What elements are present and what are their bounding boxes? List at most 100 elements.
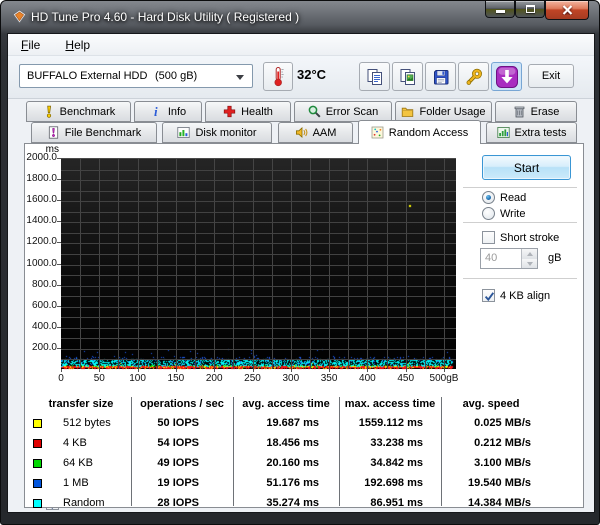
download-button[interactable]	[491, 62, 522, 91]
minimize-button[interactable]	[485, 1, 515, 18]
cell-avg-access-time: 18.456 ms	[233, 437, 319, 449]
gridline-horizontal	[61, 212, 456, 213]
exit-button[interactable]: Exit	[528, 64, 574, 88]
tab-label: AAM	[313, 127, 337, 139]
series-color-swatch	[33, 499, 42, 508]
tab-random-access[interactable]: Random Access	[358, 120, 481, 144]
cell-avg-speed: 0.025 MB/s	[441, 417, 531, 429]
tab-extra-tests[interactable]: Extra tests	[486, 122, 577, 143]
column-header-avg-access-time: avg. access time	[233, 398, 339, 410]
svg-text:i: i	[154, 105, 158, 118]
copy-image-button[interactable]	[392, 62, 423, 91]
separator	[463, 187, 577, 188]
read-radio[interactable]	[482, 191, 495, 204]
short-stroke-size-value: 40	[485, 252, 497, 264]
disk-monitor-icon	[177, 126, 190, 139]
cell-avg-speed: 14.384 MB/s	[441, 497, 531, 509]
start-button[interactable]: Start	[482, 155, 571, 180]
app-window: HD Tune Pro 4.60 - Hard Disk Utility ( R…	[0, 0, 600, 525]
column-separator	[339, 397, 340, 506]
tab-benchmark[interactable]: Benchmark	[26, 101, 131, 122]
tab-info[interactable]: iInfo	[134, 101, 202, 122]
radio-dot	[486, 195, 491, 200]
close-button[interactable]	[545, 1, 589, 20]
arrow-down-icon	[527, 262, 533, 266]
x-tick	[138, 369, 139, 372]
tab-error-scan[interactable]: Error Scan	[294, 101, 392, 122]
tab-folder-usage[interactable]: Folder Usage	[395, 101, 492, 122]
cell-transfer-size: Random	[63, 497, 105, 509]
gridline-horizontal	[61, 296, 456, 297]
y-tick	[57, 306, 61, 307]
drive-name: BUFFALO External HDD	[27, 70, 155, 82]
spin-up-button[interactable]	[521, 249, 537, 259]
gridline-horizontal	[61, 233, 456, 234]
gridline-horizontal	[61, 275, 456, 276]
gridline-horizontal	[61, 349, 456, 350]
gridline-horizontal	[61, 243, 456, 244]
y-tick-label: 1400.0	[15, 215, 57, 226]
gridline-horizontal	[61, 317, 456, 318]
x-tick	[253, 369, 254, 372]
cell-transfer-size: 512 bytes	[63, 417, 111, 429]
cell-operations: 54 IOPS	[131, 437, 199, 449]
y-tick	[57, 158, 61, 159]
spin-down-button[interactable]	[521, 259, 537, 268]
y-tick-label: 400.0	[15, 321, 57, 332]
gridline-horizontal	[61, 265, 456, 266]
app-icon	[12, 9, 27, 24]
gridline-horizontal	[61, 338, 456, 339]
menu-bar: File Help	[8, 34, 594, 56]
y-tick-label: 1200.0	[15, 236, 57, 247]
x-tick	[176, 369, 177, 372]
temperature-button[interactable]	[263, 62, 293, 91]
y-tick	[57, 327, 61, 328]
menu-help[interactable]: Help	[56, 34, 99, 52]
x-tick	[406, 369, 407, 372]
gridline-horizontal	[61, 328, 456, 329]
menu-file[interactable]: File	[12, 34, 49, 52]
cell-operations: 49 IOPS	[131, 457, 199, 469]
options-button[interactable]	[458, 62, 489, 91]
y-tick	[57, 264, 61, 265]
column-separator	[131, 397, 132, 506]
download-icon	[495, 65, 519, 89]
minimize-icon	[496, 10, 505, 13]
column-separator	[233, 397, 234, 506]
cell-max-access-time: 192.698 ms	[339, 477, 423, 489]
series-color-swatch	[33, 459, 42, 468]
tab-erase[interactable]: Erase	[495, 101, 577, 122]
gridline-horizontal	[61, 201, 456, 202]
tab-label: Folder Usage	[419, 106, 485, 118]
copy-text-button[interactable]	[359, 62, 390, 91]
save-button[interactable]	[425, 62, 456, 91]
chevron-down-icon	[236, 75, 244, 80]
file-benchmark-icon	[47, 126, 60, 139]
tab-health[interactable]: Health	[205, 101, 291, 122]
cell-avg-access-time: 51.176 ms	[233, 477, 319, 489]
tab-disk-monitor[interactable]: Disk monitor	[162, 122, 272, 143]
tab-aam[interactable]: AAM	[278, 122, 353, 143]
maximize-button[interactable]	[515, 1, 545, 18]
tab-label: Error Scan	[326, 106, 379, 118]
column-header-operations-sec: operations / sec	[131, 398, 233, 410]
short-stroke-checkbox[interactable]	[482, 231, 495, 244]
cell-avg-speed: 19.540 MB/s	[441, 477, 531, 489]
copy-text-icon	[365, 67, 385, 87]
4kb-align-checkbox[interactable]	[482, 289, 495, 302]
gridline-horizontal	[61, 307, 456, 308]
drive-select-dropdown[interactable]: BUFFALO External HDD (500 gB)	[19, 64, 253, 88]
tab-file-benchmark[interactable]: File Benchmark	[31, 122, 157, 143]
short-stroke-size-input[interactable]: 40	[480, 248, 538, 269]
y-tick	[57, 285, 61, 286]
short-stroke-label: Short stroke	[500, 232, 559, 244]
random-access-icon	[371, 126, 384, 139]
y-tick	[57, 179, 61, 180]
tab-label: Random Access	[389, 127, 468, 139]
tab-label: Disk monitor	[195, 127, 256, 139]
maximize-icon	[526, 5, 535, 13]
health-icon	[223, 105, 236, 118]
gridline-horizontal	[61, 359, 456, 360]
write-radio[interactable]	[482, 207, 495, 220]
cell-max-access-time: 33.238 ms	[339, 437, 423, 449]
